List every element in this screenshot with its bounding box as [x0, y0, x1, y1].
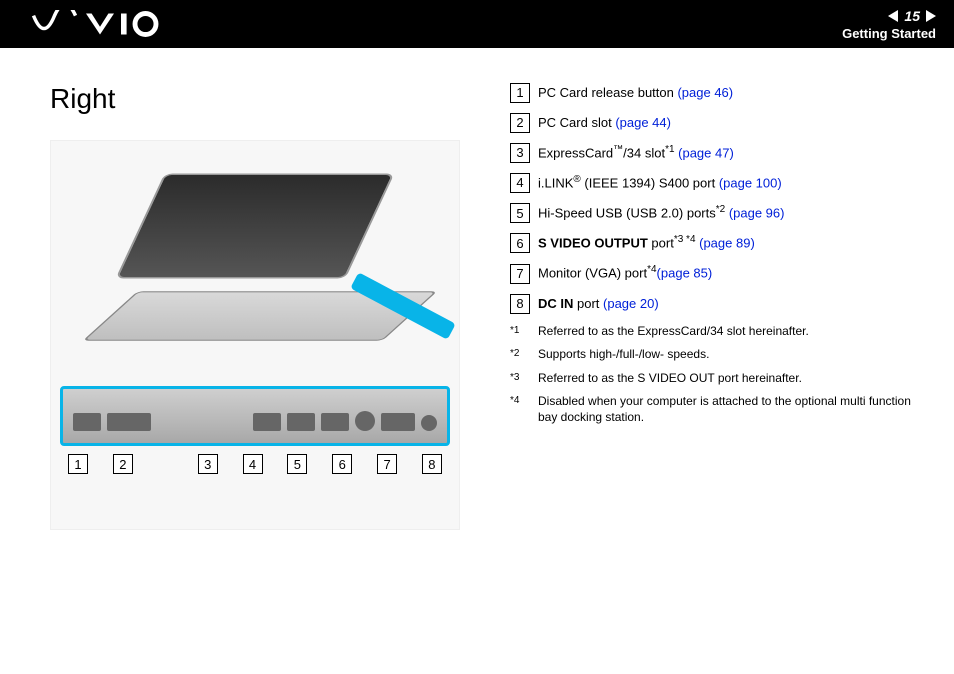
legend-text-2: PC Card slot (page 44): [538, 114, 671, 132]
right-column: 1 PC Card release button (page 46) 2 PC …: [510, 83, 924, 434]
legend-text-3: ExpressCard™/34 slot*1 (page 47): [538, 143, 734, 162]
legend-item-2: 2 PC Card slot (page 44): [510, 113, 924, 133]
legend-item-8: 8 DC IN port (page 20): [510, 294, 924, 314]
prev-page-icon[interactable]: [888, 10, 898, 22]
laptop-illustration: [80, 151, 430, 371]
page-ref-7[interactable]: (page 85): [657, 266, 713, 281]
footnote-2: *2Supports high-/full-/low- speeds.: [510, 347, 924, 363]
callout-3: 3: [198, 454, 218, 474]
callout-2: 2: [113, 454, 133, 474]
footnote-1: *1Referred to as the ExpressCard/34 slot…: [510, 324, 924, 340]
page-nav: 15: [842, 8, 936, 24]
legend-num-3: 3: [510, 143, 530, 163]
legend-num-8: 8: [510, 294, 530, 314]
legend-item-5: 5 Hi-Speed USB (USB 2.0) ports*2 (page 9…: [510, 203, 924, 223]
page-header: 15 Getting Started: [0, 0, 954, 48]
legend-text-4: i.LINK® (IEEE 1394) S400 port (page 100): [538, 173, 782, 192]
left-column: Right 1 2 3 4 5 6 7: [50, 83, 480, 530]
legend-text-5: Hi-Speed USB (USB 2.0) ports*2 (page 96): [538, 203, 784, 222]
legend-item-7: 7 Monitor (VGA) port*4(page 85): [510, 263, 924, 283]
footnote-4: *4Disabled when your computer is attache…: [510, 394, 924, 425]
page-ref-1[interactable]: (page 46): [677, 85, 733, 100]
legend-item-3: 3 ExpressCard™/34 slot*1 (page 47): [510, 143, 924, 163]
page-ref-8[interactable]: (page 20): [603, 296, 659, 311]
legend-num-1: 1: [510, 83, 530, 103]
legend-item-4: 4 i.LINK® (IEEE 1394) S400 port (page 10…: [510, 173, 924, 193]
ports-closeup: [60, 386, 450, 446]
page-ref-6[interactable]: (page 89): [699, 236, 755, 251]
page-ref-4[interactable]: (page 100): [719, 175, 782, 190]
legend-text-8: DC IN port (page 20): [538, 295, 659, 313]
legend-text-6: S VIDEO OUTPUT port*3 *4 (page 89): [538, 233, 755, 252]
callout-1: 1: [68, 454, 88, 474]
vaio-logo: [30, 10, 170, 38]
legend-num-7: 7: [510, 264, 530, 284]
laptop-figure: 1 2 3 4 5 6 7 8: [50, 140, 460, 530]
callout-7: 7: [377, 454, 397, 474]
port-legend-list: 1 PC Card release button (page 46) 2 PC …: [510, 83, 924, 314]
footnote-1-text: Referred to as the ExpressCard/34 slot h…: [538, 324, 809, 340]
callout-4: 4: [243, 454, 263, 474]
page-ref-3[interactable]: (page 47): [678, 145, 734, 160]
legend-item-6: 6 S VIDEO OUTPUT port*3 *4 (page 89): [510, 233, 924, 253]
page-ref-2[interactable]: (page 44): [615, 115, 671, 130]
page-ref-5[interactable]: (page 96): [729, 206, 785, 221]
next-page-icon[interactable]: [926, 10, 936, 22]
footnote-2-text: Supports high-/full-/low- speeds.: [538, 347, 709, 363]
callout-5: 5: [287, 454, 307, 474]
content: Right 1 2 3 4 5 6 7: [0, 48, 954, 550]
legend-num-5: 5: [510, 203, 530, 223]
callout-6: 6: [332, 454, 352, 474]
footnotes: *1Referred to as the ExpressCard/34 slot…: [510, 324, 924, 426]
header-right: 15 Getting Started: [842, 8, 936, 41]
footnote-3-text: Referred to as the S VIDEO OUT port here…: [538, 371, 802, 387]
legend-num-6: 6: [510, 233, 530, 253]
legend-text-1: PC Card release button (page 46): [538, 84, 733, 102]
callout-numbers-row: 1 2 3 4 5 6 7 8: [60, 454, 450, 474]
header-section-label: Getting Started: [842, 26, 936, 41]
page-title: Right: [50, 83, 480, 115]
page-number: 15: [904, 8, 920, 24]
legend-item-1: 1 PC Card release button (page 46): [510, 83, 924, 103]
callout-8: 8: [422, 454, 442, 474]
legend-num-4: 4: [510, 173, 530, 193]
footnote-3: *3Referred to as the S VIDEO OUT port he…: [510, 371, 924, 387]
footnote-4-text: Disabled when your computer is attached …: [538, 394, 924, 425]
legend-num-2: 2: [510, 113, 530, 133]
legend-text-7: Monitor (VGA) port*4(page 85): [538, 263, 712, 282]
